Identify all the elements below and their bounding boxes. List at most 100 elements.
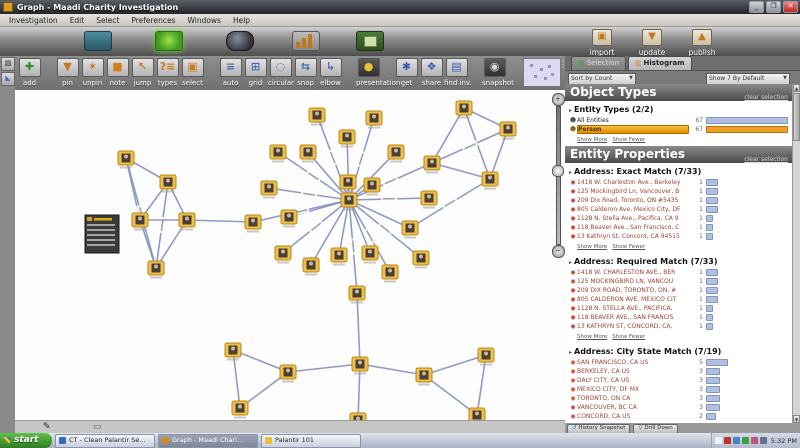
update-button[interactable]: ▼update <box>630 29 674 57</box>
share-button[interactable]: ❖share <box>419 58 444 87</box>
histogram-row[interactable]: ◉VANCOUVER, BC CA3 <box>569 403 790 412</box>
histogram-row[interactable]: ☻All Entities67 <box>569 116 790 125</box>
entity-node-b7[interactable] <box>478 348 494 366</box>
edge-r1-r3[interactable] <box>432 108 464 163</box>
tray-icon[interactable] <box>751 437 758 444</box>
histogram-row[interactable]: ◉13 Kathryn St, Concord, CA 945151 <box>569 232 790 241</box>
histogram-row[interactable]: ◉MEXICO CITY, DF MX3 <box>569 385 790 394</box>
show-more-link[interactable]: Show More <box>577 137 607 143</box>
menu-windows[interactable]: Windows <box>181 16 226 25</box>
edge-n4-s12[interactable] <box>187 220 253 222</box>
entity-node-s16[interactable] <box>362 246 378 264</box>
entity-node-s17[interactable] <box>382 265 398 283</box>
clear-selection-link[interactable]: clear selection <box>744 89 788 106</box>
entity-node-s3[interactable] <box>366 111 382 129</box>
note-button[interactable]: ■note <box>105 58 130 87</box>
scroll-up-icon[interactable]: ▲ <box>793 84 800 92</box>
zoom-in-icon[interactable]: + <box>552 93 565 106</box>
tray-icon[interactable] <box>724 437 731 444</box>
entity-node-r1[interactable] <box>456 101 472 119</box>
types-button[interactable]: ?≡types <box>155 58 180 87</box>
zoom-slider[interactable]: + − <box>551 93 565 258</box>
task-ct-clean-palantir-se[interactable]: CT - Clean Palantir Se... <box>55 434 155 448</box>
entity-node-r4[interactable] <box>482 172 498 190</box>
histogram-row[interactable]: ◉125 MOCKINGBIRD LN, VANCOU1 <box>569 277 790 286</box>
entity-node-b1[interactable] <box>225 343 241 361</box>
unpin-button[interactable]: ✶unpin <box>80 58 105 87</box>
minimize-button[interactable]: _ <box>749 1 764 13</box>
edge-c1-b4[interactable] <box>357 293 360 364</box>
show-fewer-link[interactable]: Show Fewer <box>612 244 645 250</box>
histogram-row[interactable]: ◉1418 W. CHARLESTON AVE., BER1 <box>569 268 790 277</box>
circular-button[interactable]: ◌circular <box>268 58 293 87</box>
tab-selection[interactable]: ▥Selection <box>571 56 626 70</box>
show-more-link[interactable]: Show More <box>577 244 607 250</box>
pin-button[interactable]: ▼pin <box>55 58 80 87</box>
find-inv-button[interactable]: ▤find inv. <box>444 58 469 87</box>
snap-button[interactable]: ⇆snap <box>293 58 318 87</box>
minimap-thumbnail[interactable] <box>523 58 561 87</box>
histogram-row[interactable]: ◉1128 N. Stella Ave., Pacifica, CA 91 <box>569 214 790 223</box>
edge-b4-b6[interactable] <box>360 364 424 375</box>
entity-node-s6[interactable] <box>388 145 404 163</box>
grid-button[interactable]: ⊞grid <box>243 58 268 87</box>
menu-investigation[interactable]: Investigation <box>3 16 64 25</box>
annotate-tool-icon[interactable]: ✎ <box>43 421 51 433</box>
note-box[interactable] <box>85 215 119 253</box>
entity-node-s13[interactable] <box>275 246 291 264</box>
entity-node-s14[interactable] <box>303 258 319 276</box>
histogram-row[interactable]: ◉209 DIX ROAD, TORONTO, ON, #1 <box>569 286 790 295</box>
zoom-thumb[interactable] <box>552 165 564 177</box>
histogram-row[interactable]: ◉13 KATHRYN ST, CONCORD, CA,1 <box>569 322 790 331</box>
snapshot-button[interactable]: ◉snapshot <box>482 58 507 87</box>
show-fewer-link[interactable]: Show Fewer <box>612 137 645 143</box>
entity-node-s15[interactable] <box>331 248 347 266</box>
scroll-thumb[interactable] <box>793 93 800 141</box>
histogram-row[interactable]: ◉125 Mockingbird Ln, Vancouver, B1 <box>569 187 790 196</box>
edge-r3-r4[interactable] <box>432 163 490 179</box>
browser-mode-icon[interactable] <box>226 31 254 51</box>
show-fewer-link[interactable]: Show Fewer <box>612 334 645 340</box>
clear-selection-link[interactable]: clear selection <box>744 151 788 168</box>
elbow-button[interactable]: ↳elbow <box>318 58 343 87</box>
histogram-row[interactable]: ◉BERKELEY, CA US3 <box>569 367 790 376</box>
entity-node-s19[interactable] <box>402 221 418 239</box>
panel-scrollbar[interactable]: ▲ ▼ <box>792 84 800 423</box>
entity-node-b5[interactable] <box>350 413 366 420</box>
graph-mode-icon[interactable] <box>155 31 183 51</box>
import-button[interactable]: ▣import <box>580 29 624 57</box>
histogram-row[interactable]: ◉DALY CITY, CA US3 <box>569 376 790 385</box>
entity-node-s7[interactable] <box>261 181 277 199</box>
entity-node-s10[interactable] <box>421 191 437 209</box>
get-button[interactable]: ✱get <box>394 58 419 87</box>
entity-node-r3[interactable] <box>424 156 440 174</box>
histogram-row[interactable]: ◉CONCORD, CA US2 <box>569 412 790 421</box>
chart-mode-icon[interactable] <box>292 31 320 51</box>
histogram-row[interactable]: ☻Person67 <box>569 125 790 134</box>
menu-select[interactable]: Select <box>90 16 125 25</box>
start-button[interactable]: start <box>0 433 52 448</box>
link-chart[interactable] <box>15 90 565 420</box>
task-graph-maadi-chari[interactable]: Graph - Maadi Chari... <box>158 434 258 448</box>
entity-node-s18[interactable] <box>413 251 429 269</box>
entity-node-b6[interactable] <box>416 368 432 386</box>
menu-help[interactable]: Help <box>227 16 256 25</box>
pointer-mode-button[interactable]: ◣ <box>1 72 15 86</box>
finance-mode-icon[interactable] <box>356 31 384 51</box>
entity-node-b2[interactable] <box>280 365 296 383</box>
select-button[interactable]: ▣select <box>180 58 205 87</box>
tray-icon[interactable] <box>742 437 749 444</box>
entity-node-b8[interactable] <box>469 408 485 420</box>
edge-b6-b7[interactable] <box>424 355 486 375</box>
tab-histogram[interactable]: ▥Histogram <box>628 56 692 70</box>
dossier-mode-icon[interactable] <box>84 31 112 51</box>
entity-node-n1[interactable] <box>118 151 134 169</box>
histogram-row[interactable]: ◉209 Dix Road, Toronto, ON #54351 <box>569 196 790 205</box>
tray-icon[interactable] <box>715 437 722 444</box>
tray-icon[interactable] <box>733 437 740 444</box>
entity-node-r2[interactable] <box>500 122 516 140</box>
pan-tool-icon[interactable]: ▭ <box>93 421 102 433</box>
histogram-row[interactable]: ◉SAN FRANCISCO, CA US5 <box>569 358 790 367</box>
jump-button[interactable]: ↖jump <box>130 58 155 87</box>
edit-mode-button[interactable]: ▨ <box>1 57 15 71</box>
